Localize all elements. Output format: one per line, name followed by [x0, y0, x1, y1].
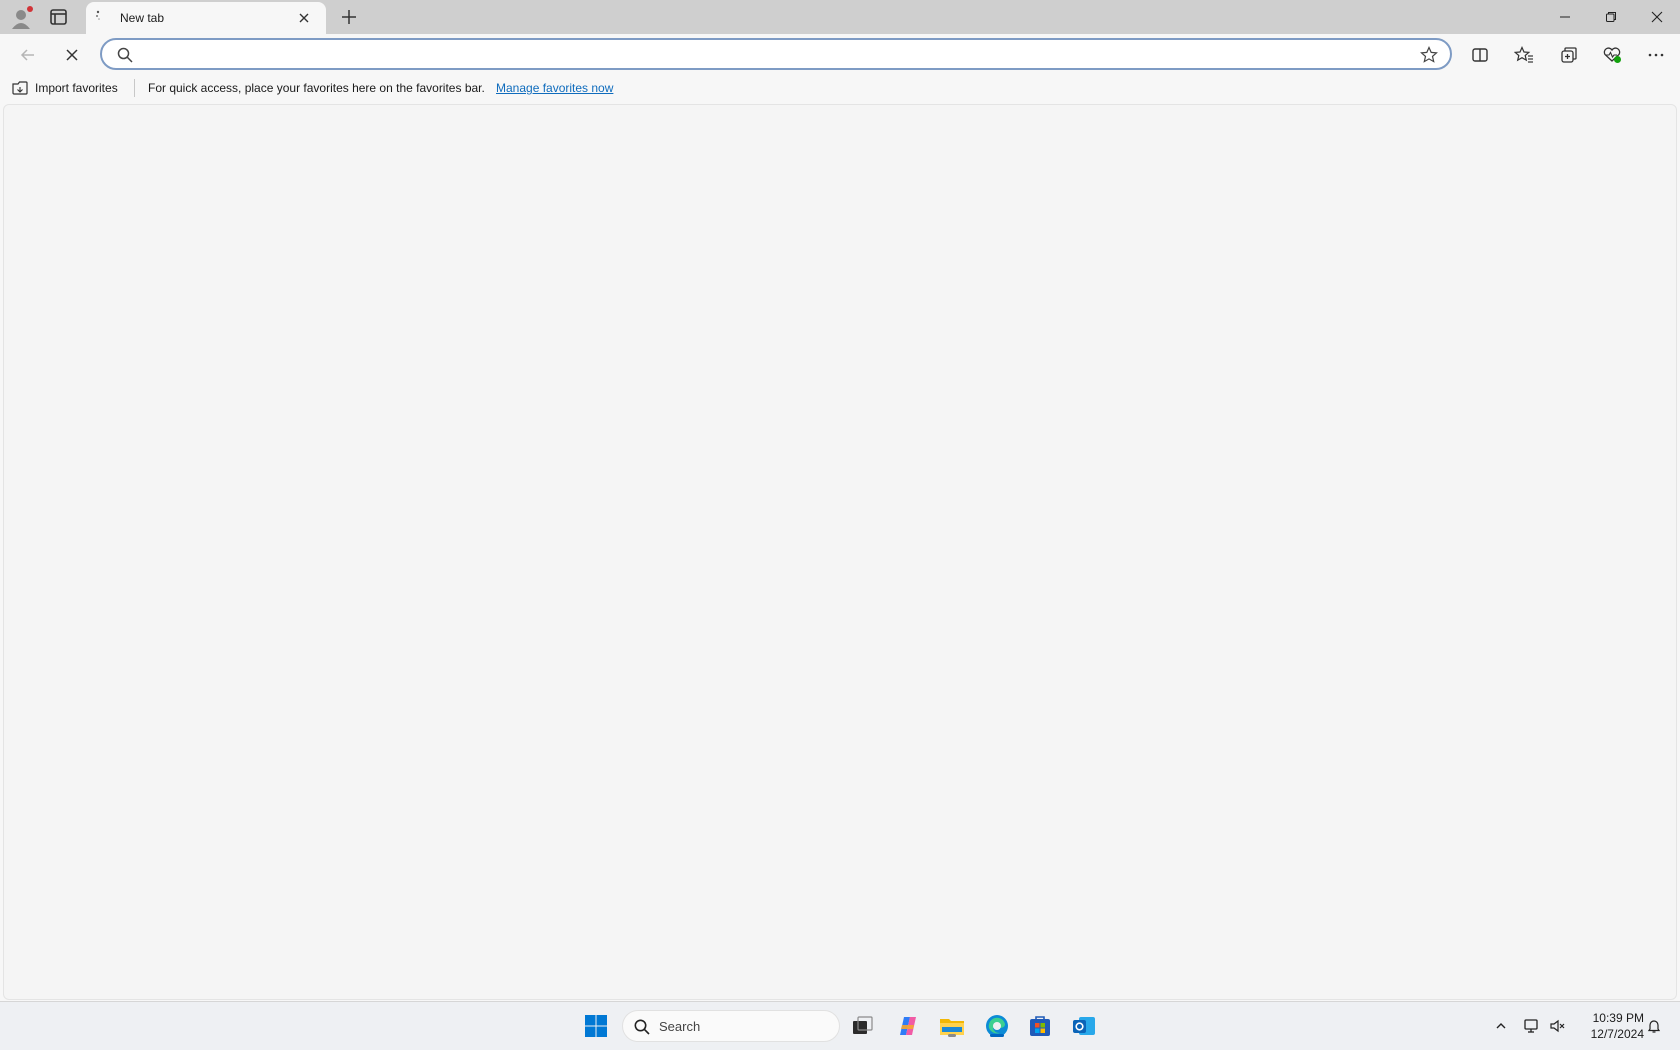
speaker-muted-icon — [1550, 1019, 1565, 1033]
outlook-icon — [1073, 1017, 1095, 1035]
back-button[interactable] — [15, 42, 41, 68]
browser-window: New tab Import favorites For quick acces… — [0, 0, 1680, 1001]
import-favorites-label: Import favorites — [35, 81, 118, 95]
page-content-area — [3, 104, 1677, 1000]
more-icon — [1648, 53, 1664, 57]
new-tab-button[interactable] — [338, 7, 360, 27]
clock-time: 10:39 PM — [1592, 1011, 1644, 1025]
show-hidden-icons-button[interactable] — [1488, 1002, 1514, 1050]
import-icon — [12, 81, 28, 95]
close-window-button[interactable] — [1634, 0, 1680, 34]
chevron-up-icon — [1496, 1023, 1506, 1029]
microsoft-store-app[interactable] — [1026, 1012, 1054, 1040]
task-view-button[interactable] — [849, 1012, 877, 1040]
close-tab-icon[interactable] — [296, 10, 312, 26]
favorites-bar: Import favorites For quick access, place… — [0, 74, 1680, 102]
manage-favorites-link[interactable]: Manage favorites now — [496, 81, 613, 95]
import-favorites-button[interactable]: Import favorites — [11, 80, 118, 96]
taskbar-search[interactable]: Search — [622, 1010, 840, 1042]
task-view-icon — [853, 1016, 873, 1034]
navigation-toolbar — [0, 34, 1680, 74]
address-input[interactable] — [142, 44, 1382, 66]
taskbar: Search 10:39 PM 12/7/2024 — [0, 1001, 1680, 1050]
tab-new-tab[interactable]: New tab — [86, 2, 326, 34]
settings-more-button[interactable] — [1643, 42, 1669, 68]
system-clock[interactable]: 10:39 PM 12/7/2024 — [1574, 1010, 1644, 1042]
store-icon — [1030, 1016, 1050, 1036]
volume-button[interactable] — [1546, 1002, 1570, 1050]
profile-icon — [12, 6, 33, 29]
restore-icon — [1606, 12, 1616, 22]
favorites-button[interactable] — [1511, 42, 1537, 68]
favorites-list-icon — [1514, 46, 1533, 63]
collections-button[interactable] — [1556, 42, 1582, 68]
outlook-app[interactable] — [1070, 1012, 1098, 1040]
clock-date: 12/7/2024 — [1590, 1027, 1644, 1041]
windows-logo-icon — [585, 1015, 607, 1037]
heart-pulse-icon — [1603, 47, 1621, 63]
window-controls — [1542, 0, 1680, 34]
search-icon — [117, 47, 133, 63]
close-icon — [66, 49, 78, 61]
minimize-button[interactable] — [1542, 0, 1588, 34]
taskbar-search-label: Search — [659, 1019, 701, 1034]
tab-title: New tab — [120, 11, 165, 25]
collections-icon — [1561, 47, 1577, 63]
address-bar[interactable] — [100, 38, 1452, 70]
profile-button[interactable] — [9, 5, 35, 31]
split-screen-icon — [1472, 48, 1488, 62]
stop-loading-button[interactable] — [59, 42, 85, 68]
arrow-left-icon — [20, 49, 34, 61]
restore-button[interactable] — [1588, 0, 1634, 34]
loading-icon — [96, 10, 100, 20]
copilot-icon — [900, 1017, 916, 1035]
edge-app[interactable] — [983, 1012, 1011, 1040]
copilot-app[interactable] — [894, 1012, 922, 1040]
active-indicator — [990, 1034, 1004, 1037]
start-button[interactable] — [582, 1012, 610, 1040]
favorites-hint-text: For quick access, place your favorites h… — [148, 81, 485, 95]
close-icon — [1651, 11, 1663, 23]
network-button[interactable] — [1520, 1002, 1544, 1050]
notifications-button[interactable] — [1642, 1002, 1666, 1050]
plus-icon — [342, 10, 356, 24]
tab-actions-button[interactable] — [48, 7, 70, 27]
browser-essentials-button[interactable] — [1599, 42, 1625, 68]
tab-strip: New tab — [0, 0, 1680, 34]
minimize-icon — [1560, 16, 1570, 18]
bell-icon — [1647, 1020, 1661, 1033]
divider — [134, 79, 135, 97]
file-explorer-app[interactable] — [938, 1012, 966, 1040]
star-icon[interactable] — [1420, 46, 1438, 64]
network-icon — [1524, 1019, 1538, 1033]
tab-actions-icon — [50, 9, 67, 25]
search-icon — [634, 1019, 650, 1035]
running-indicator — [948, 1034, 956, 1037]
split-screen-button[interactable] — [1467, 42, 1493, 68]
